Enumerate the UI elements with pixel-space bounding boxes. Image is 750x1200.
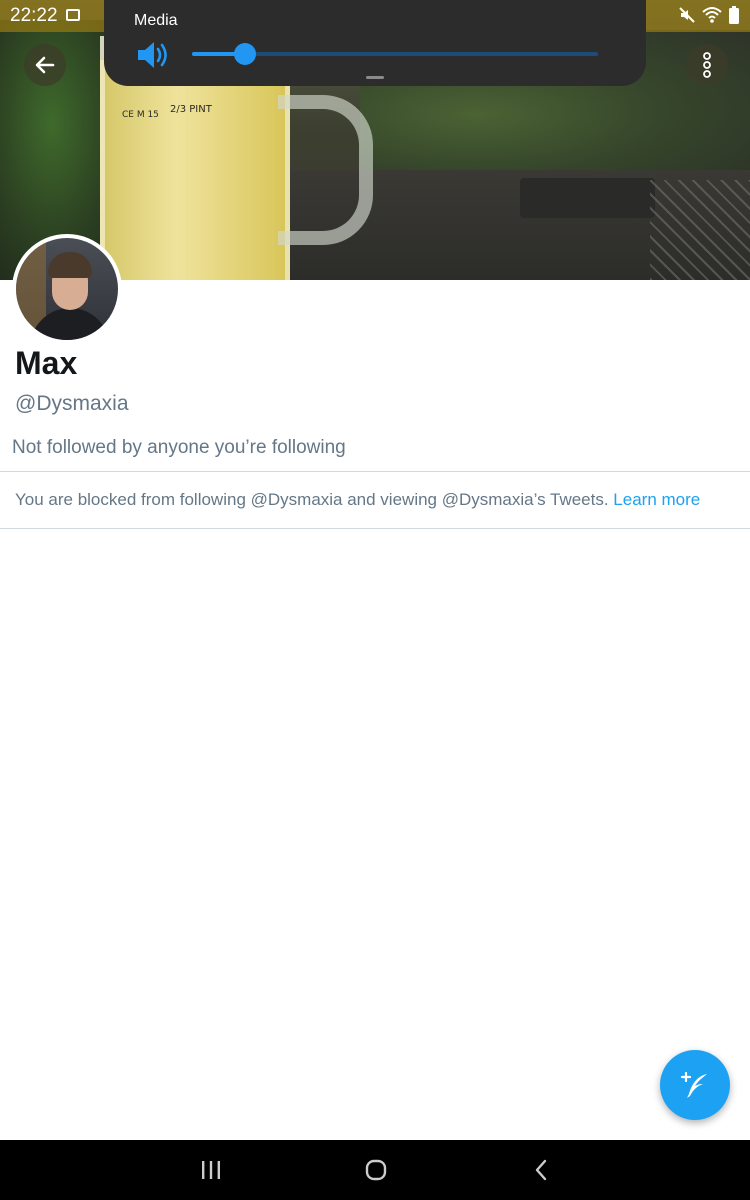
media-volume-label: Media [134, 12, 178, 29]
avatar[interactable] [12, 234, 122, 344]
mute-icon [679, 7, 695, 23]
glass-marking-2: CE M 15 [122, 110, 159, 120]
followed-by-text: Not followed by anyone you’re following [12, 437, 346, 458]
panel-drag-handle[interactable] [366, 76, 384, 79]
avatar-photo [16, 238, 118, 340]
compose-tweet-button[interactable] [660, 1050, 730, 1120]
speaker-icon[interactable] [136, 40, 172, 70]
profile-screen: 2/3 PINT CE M 15 22:22 Media Max @Dysmax… [0, 0, 750, 1200]
status-time: 22:22 [10, 5, 58, 26]
beer-glass-handle [278, 95, 373, 245]
blocked-message: You are blocked from following @Dysmaxia… [15, 490, 614, 509]
glass-marking: 2/3 PINT [170, 104, 212, 115]
media-volume-slider[interactable] [192, 43, 598, 65]
navigation-bar [0, 1140, 750, 1200]
more-options-button[interactable] [686, 44, 728, 86]
beer-glass [100, 60, 290, 280]
wifi-icon [702, 7, 722, 23]
media-volume-panel: Media [104, 0, 646, 86]
profile-name: Max [15, 345, 78, 381]
media-volume-thumb[interactable] [233, 43, 256, 65]
battery-icon [729, 6, 739, 24]
gallery-notification-icon [66, 9, 80, 21]
compose-tweet-icon [680, 1071, 707, 1098]
blocked-notice: You are blocked from following @Dysmaxia… [15, 490, 700, 510]
arrow-left-icon [35, 56, 55, 74]
back-button[interactable] [24, 44, 66, 86]
avatar-hair [48, 252, 92, 278]
recent-apps-button[interactable] [196, 1158, 226, 1182]
learn-more-link[interactable]: Learn more [613, 490, 700, 509]
divider-top [0, 471, 750, 472]
divider-bottom [0, 528, 750, 529]
home-icon [365, 1159, 387, 1181]
home-button[interactable] [361, 1158, 391, 1182]
profile-handle: @Dysmaxia [15, 392, 129, 415]
banner-tray [520, 178, 655, 218]
banner-railing [650, 180, 750, 280]
back-icon [535, 1159, 547, 1181]
system-back-button[interactable] [526, 1158, 556, 1182]
recent-apps-icon [202, 1161, 220, 1179]
status-icons [678, 6, 740, 24]
more-vertical-icon [703, 52, 711, 78]
